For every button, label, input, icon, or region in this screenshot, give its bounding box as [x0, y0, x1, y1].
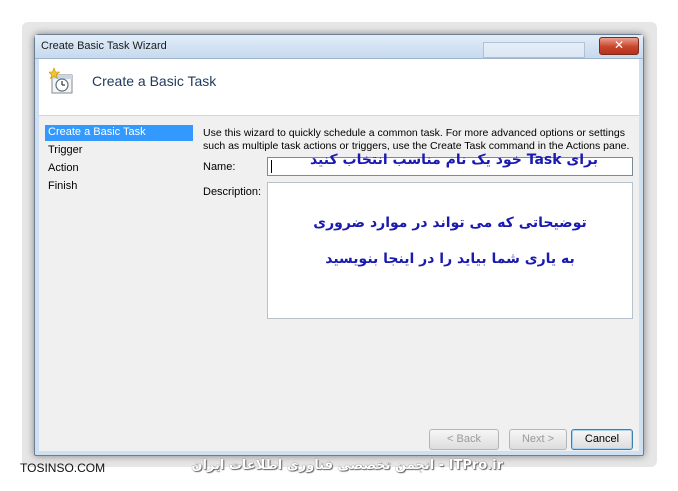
step-finish[interactable]: Finish [45, 179, 193, 195]
site-watermark-right: ITPro.ir - انجمن تخصصی فناوری اطلاعات ای… [191, 458, 503, 473]
step-action[interactable]: Action [45, 161, 193, 177]
site-watermark-left: TOSINSO.COM [20, 461, 106, 475]
name-input[interactable] [267, 157, 633, 176]
wizard-steps: Create a Basic Task Trigger Action Finis… [45, 125, 193, 197]
step-create-basic-task[interactable]: Create a Basic Task [45, 125, 193, 141]
page-title: Create a Basic Task [92, 73, 217, 89]
title-bar[interactable]: Create Basic Task Wizard ✕ [35, 35, 643, 59]
wizard-window: Create Basic Task Wizard ✕ Create a Basi… [34, 34, 644, 456]
intro-text: Use this wizard to quickly schedule a co… [203, 127, 630, 152]
description-label: Description: [203, 186, 262, 198]
close-button[interactable]: ✕ [599, 37, 639, 55]
text-caret [271, 160, 272, 173]
cancel-button[interactable]: Cancel [571, 429, 633, 450]
step-trigger[interactable]: Trigger [45, 143, 193, 159]
wizard-header: Create a Basic Task [39, 59, 639, 116]
description-input[interactable] [267, 182, 633, 319]
back-button[interactable]: < Back [429, 429, 499, 450]
background-window-tab [483, 42, 585, 58]
watermark-bar: TOSINSO.COM ITPro.ir - انجمن تخصصی فناور… [0, 458, 678, 478]
wizard-client-area: Create a Basic Task Create a Basic Task … [39, 59, 639, 451]
window-title: Create Basic Task Wizard [41, 40, 167, 52]
task-scheduler-icon [49, 67, 73, 94]
next-button[interactable]: Next > [509, 429, 567, 450]
name-label: Name: [203, 161, 236, 173]
